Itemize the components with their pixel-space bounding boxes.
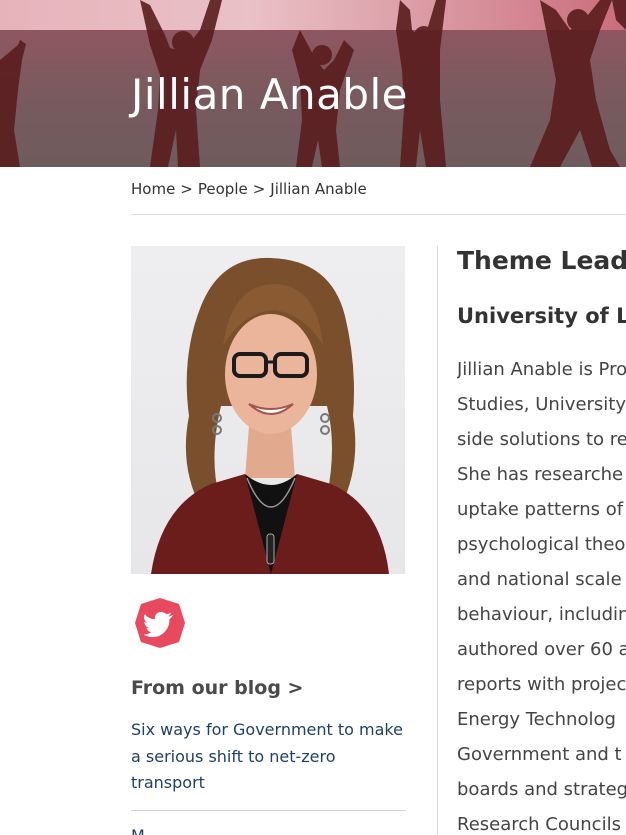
bio-line: Jillian Anable is Pro	[457, 359, 626, 380]
breadcrumb-current: Jillian Anable	[270, 180, 367, 198]
next-blog-post-link[interactable]: M	[131, 826, 411, 835]
breadcrumb-separator: >	[252, 180, 266, 198]
bio-line: authored over 60 a	[457, 639, 626, 660]
portrait-illustration	[151, 257, 389, 574]
breadcrumb-separator: >	[180, 180, 193, 198]
blog-divider	[131, 810, 406, 811]
hero-banner: Jillian Anable	[0, 0, 626, 167]
bio-line: She has researche	[457, 464, 624, 485]
blog-post-link[interactable]: Six ways for Government to make a seriou…	[131, 717, 411, 797]
bio-line: and national scale	[457, 569, 622, 590]
breadcrumb: Home > People > Jillian Anable	[131, 180, 367, 198]
bio-line: boards and strateg	[457, 779, 626, 800]
bio-line: behaviour, includin	[457, 604, 626, 625]
bio-line: Energy Technolog	[457, 709, 616, 730]
column-divider	[437, 246, 438, 835]
twitter-icon	[135, 598, 185, 648]
breadcrumb-people-link[interactable]: People	[198, 180, 248, 198]
blog-heading[interactable]: From our blog >	[131, 677, 303, 699]
role-title: Theme Lead	[457, 246, 626, 275]
bio-line: Studies, University	[457, 394, 626, 415]
breadcrumb-home-link[interactable]: Home	[131, 180, 175, 198]
bio-line: side solutions to re	[457, 429, 626, 450]
twitter-button[interactable]	[133, 596, 187, 650]
bio-line: Government and t	[457, 744, 622, 765]
bio-line: psychological theo	[457, 534, 626, 555]
organisation-title: University of Le	[457, 304, 626, 328]
breadcrumb-divider	[131, 214, 626, 215]
biography: Jillian Anable is Pro Studies, Universit…	[457, 352, 626, 835]
page-title: Jillian Anable	[131, 70, 409, 119]
bio-line: Research Councils	[457, 814, 621, 835]
profile-photo	[131, 246, 405, 574]
bio-line: reports with projec	[457, 674, 626, 695]
bio-line: uptake patterns of	[457, 499, 624, 520]
